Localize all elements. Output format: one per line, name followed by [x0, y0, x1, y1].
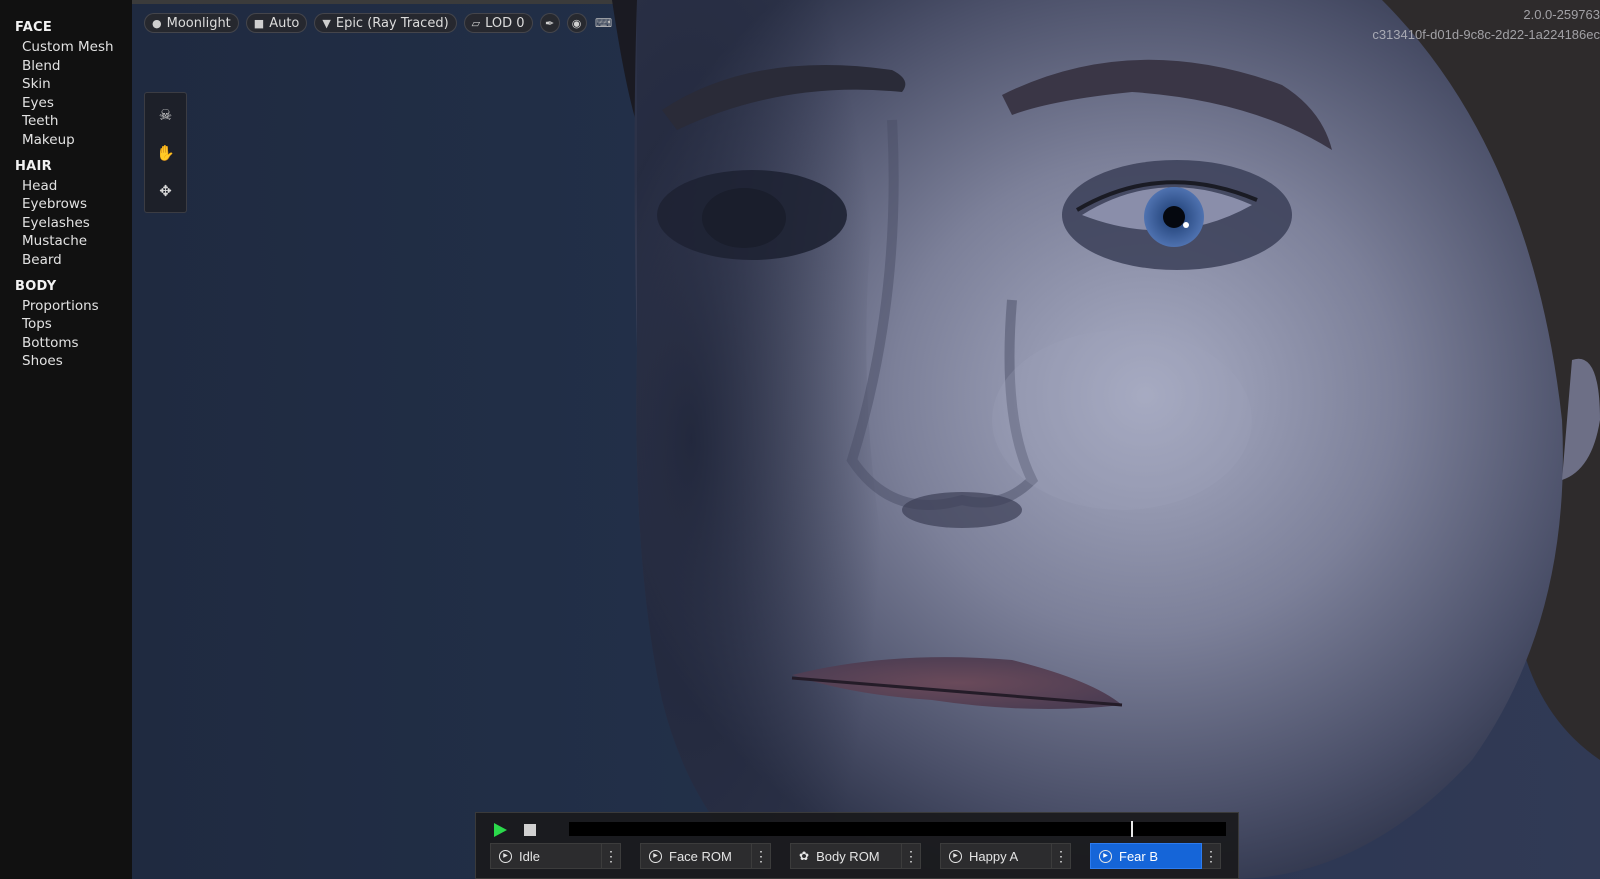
play-circle-icon: ▶ — [1099, 849, 1112, 863]
cube-icon: ▱ — [471, 16, 481, 30]
rotate-hand-icon[interactable]: ✋ — [154, 141, 178, 165]
sidebar-item-custom-mesh[interactable]: Custom Mesh — [0, 38, 132, 57]
kebab-menu-icon[interactable]: ⋮ — [1052, 843, 1071, 869]
sidebar-nav: FACE Custom Mesh Blend Skin Eyes Teeth M… — [0, 0, 132, 879]
skull-icon[interactable]: ☠ — [154, 103, 178, 127]
timeline-playhead[interactable] — [1130, 821, 1133, 837]
diamond-icon: ▼ — [322, 16, 331, 30]
sidebar-item-blend[interactable]: Blend — [0, 57, 132, 76]
lightbulb-icon: ● — [152, 16, 162, 30]
move-arrows-icon[interactable]: ✥ — [154, 179, 178, 203]
sidebar-item-teeth[interactable]: Teeth — [0, 112, 132, 131]
head-profile-icon[interactable]: ◉ — [566, 13, 587, 33]
clip-label: Face ROM — [669, 848, 732, 864]
lighting-label: Moonlight — [166, 15, 231, 31]
sidebar-item-eyebrows[interactable]: Eyebrows — [0, 195, 132, 214]
sidebar-item-shoes[interactable]: Shoes — [0, 352, 132, 371]
video-camera-icon: ■ — [253, 16, 265, 30]
viewport-toolbar: ● Moonlight ■ Auto ▼ Epic (Ray Traced) ▱… — [144, 13, 614, 33]
clip-button-happy-a[interactable]: ▶ Happy A — [940, 843, 1052, 869]
sidebar-item-eyelashes[interactable]: Eyelashes — [0, 214, 132, 233]
character-viewport[interactable]: ● Moonlight ■ Auto ▼ Epic (Ray Traced) ▱… — [132, 0, 1600, 879]
section-title-hair: HAIR — [15, 158, 52, 174]
brush-icon[interactable]: ✒ — [539, 13, 560, 33]
clip-label: Idle — [519, 848, 540, 864]
lighting-dropdown[interactable]: ● Moonlight — [144, 13, 239, 33]
keyboard-icon[interactable]: ⌨ — [594, 13, 614, 33]
lod-dropdown[interactable]: ▱ LOD 0 — [463, 13, 533, 33]
viewport-tool-panel: ☠ ✋ ✥ — [144, 92, 187, 213]
sidebar-item-head[interactable]: Head — [0, 177, 132, 196]
camera-dropdown[interactable]: ■ Auto — [245, 13, 308, 33]
sidebar-item-mustache[interactable]: Mustache — [0, 232, 132, 251]
build-hash: c313410f-d01d-9c8c-2d22-1a224186ec — [1372, 27, 1600, 42]
camera-label: Auto — [269, 15, 300, 31]
play-icon[interactable] — [492, 822, 508, 838]
kebab-menu-icon[interactable]: ⋮ — [902, 843, 921, 869]
version-number: 2.0.0-259763 — [1523, 7, 1600, 22]
clip-label: Happy A — [969, 848, 1019, 864]
lod-label: LOD 0 — [485, 15, 525, 31]
play-circle-icon: ▶ — [649, 849, 662, 863]
sidebar-item-tops[interactable]: Tops — [0, 315, 132, 334]
sidebar-item-eyes[interactable]: Eyes — [0, 94, 132, 113]
quality-dropdown[interactable]: ▼ Epic (Ray Traced) — [314, 13, 457, 33]
stop-icon[interactable] — [524, 824, 536, 836]
running-figure-icon: ✿ — [799, 849, 810, 863]
kebab-menu-icon[interactable]: ⋮ — [602, 843, 621, 869]
section-title-face: FACE — [15, 20, 53, 35]
kebab-menu-icon[interactable]: ⋮ — [1202, 843, 1221, 869]
sidebar-item-proportions[interactable]: Proportions — [0, 297, 132, 316]
character-face-render — [612, 0, 1600, 879]
animation-timeline[interactable] — [569, 821, 1226, 837]
clip-button-face-rom[interactable]: ▶ Face ROM — [640, 843, 752, 869]
clip-label: Fear B — [1119, 848, 1159, 864]
clip-fear-b: ▶ Fear B ⋮ — [1090, 843, 1221, 869]
quality-label: Epic (Ray Traced) — [335, 15, 449, 31]
version-info: 2.0.0-259763 c313410f-d01d-9c8c-2d22-1a2… — [1372, 5, 1600, 45]
clip-button-idle[interactable]: ▶ Idle — [490, 843, 602, 869]
clip-button-fear-b[interactable]: ▶ Fear B — [1090, 843, 1202, 869]
animation-panel: ▶ Idle ⋮ ▶ Face ROM ⋮ ✿ Body ROM ⋮ ▶ Hap… — [475, 812, 1239, 879]
clip-idle: ▶ Idle ⋮ — [490, 843, 621, 869]
clip-button-body-rom[interactable]: ✿ Body ROM — [790, 843, 902, 869]
sidebar-item-skin[interactable]: Skin — [0, 75, 132, 94]
clip-happy-a: ▶ Happy A ⋮ — [940, 843, 1071, 869]
section-title-body: BODY — [15, 278, 57, 294]
clip-face-rom: ▶ Face ROM ⋮ — [640, 843, 771, 869]
kebab-menu-icon[interactable]: ⋮ — [752, 843, 771, 869]
play-circle-icon: ▶ — [949, 849, 962, 863]
sidebar-item-makeup[interactable]: Makeup — [0, 131, 132, 150]
play-circle-icon: ▶ — [499, 849, 512, 863]
clip-body-rom: ✿ Body ROM ⋮ — [790, 843, 921, 869]
sidebar-item-beard[interactable]: Beard — [0, 251, 132, 270]
sidebar-item-bottoms[interactable]: Bottoms — [0, 334, 132, 353]
clip-label: Body ROM — [816, 848, 880, 864]
animation-clips: ▶ Idle ⋮ ▶ Face ROM ⋮ ✿ Body ROM ⋮ ▶ Hap… — [490, 843, 1240, 869]
